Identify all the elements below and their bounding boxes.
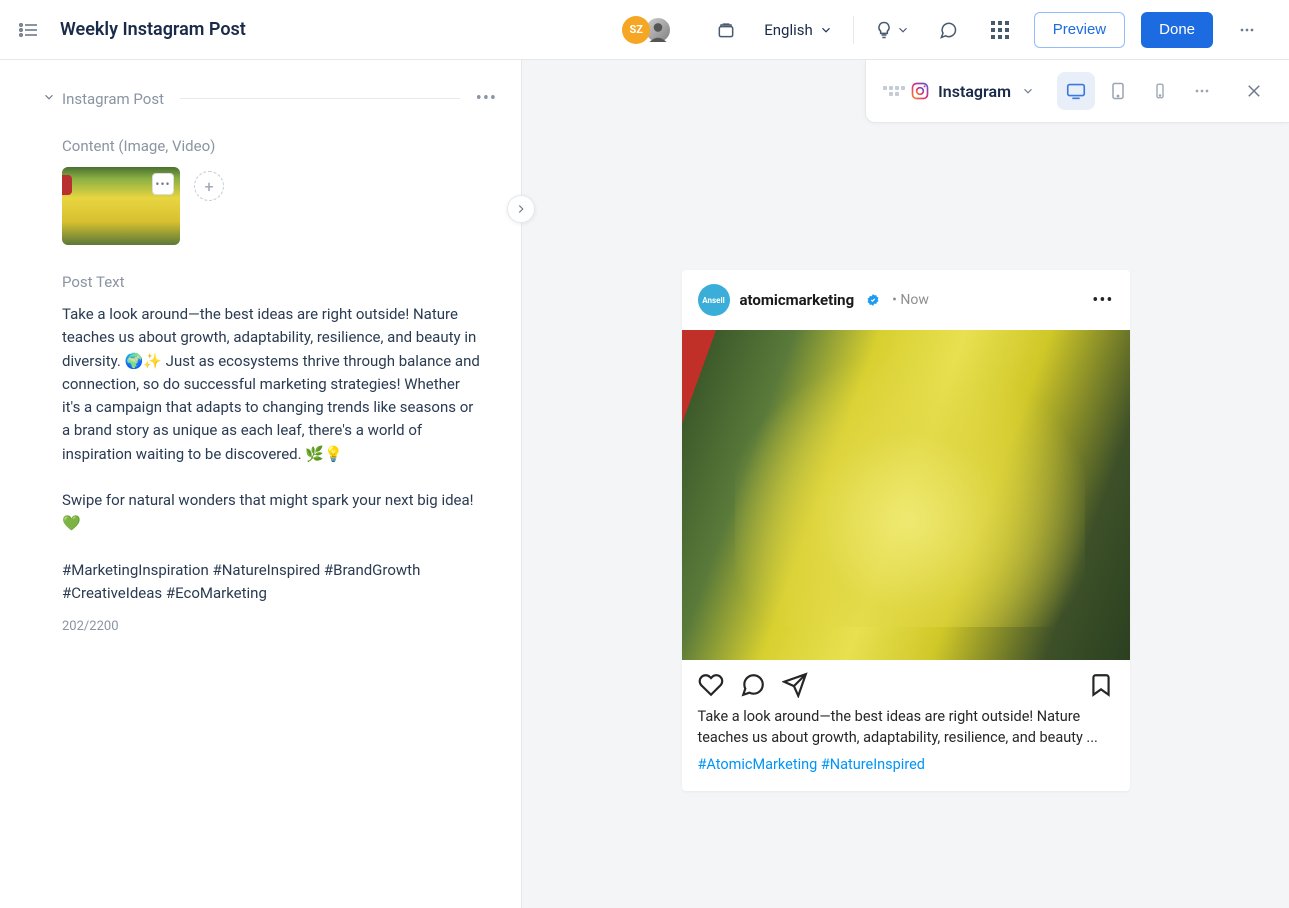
share-icon[interactable] — [782, 672, 808, 698]
done-button[interactable]: Done — [1141, 12, 1213, 48]
tablet-view-button[interactable] — [1099, 72, 1137, 110]
bookmark-icon[interactable] — [1088, 672, 1114, 698]
ig-card-header: Ansell atomicmarketing • Now ••• — [682, 270, 1130, 330]
hints-dropdown[interactable] — [870, 16, 914, 44]
ig-post-more-icon[interactable]: ••• — [1092, 290, 1113, 311]
collapse-section-icon[interactable] — [42, 90, 56, 104]
section-label: Instagram Post — [62, 90, 164, 108]
menu-icon[interactable] — [12, 14, 44, 46]
mobile-view-button[interactable] — [1141, 72, 1179, 110]
preview-toolbar: Instagram — [865, 60, 1289, 123]
drag-handle-icon[interactable] — [882, 86, 906, 96]
divider — [853, 16, 854, 44]
header-bar: Weekly Instagram Post SZ English Preview… — [0, 0, 1289, 60]
language-selector[interactable]: English — [760, 21, 837, 39]
editor-panel: Instagram Post ••• Content (Image, Video… — [0, 60, 522, 908]
content-label: Content (Image, Video) — [62, 137, 481, 155]
platform-label[interactable]: Instagram — [938, 82, 1011, 101]
preview-panel: Instagram Ansell atomic — [522, 60, 1289, 908]
apps-grid-icon[interactable] — [982, 12, 1018, 48]
verified-badge-icon — [866, 293, 880, 307]
hashtag-link[interactable]: #AtomicMarketing — [698, 756, 818, 773]
panel-collapse-handle[interactable] — [507, 195, 535, 223]
section-header: Instagram Post ••• — [0, 88, 521, 109]
ig-avatar[interactable]: Ansell — [698, 284, 730, 316]
ig-caption: Take a look around—the best ideas are ri… — [682, 706, 1130, 756]
ig-action-bar — [682, 660, 1130, 706]
like-icon[interactable] — [698, 672, 724, 698]
page-title: Weekly Instagram Post — [60, 19, 246, 40]
preview-more-icon[interactable] — [1183, 72, 1221, 110]
hashtag-link[interactable]: #NatureInspired — [821, 756, 925, 773]
media-thumbnail[interactable]: ••• — [62, 167, 180, 245]
add-media-button[interactable]: + — [194, 171, 224, 201]
avatar-group[interactable]: SZ — [622, 16, 672, 44]
instagram-logo-icon — [910, 81, 930, 101]
section-divider — [180, 98, 460, 99]
avatar-user-sz[interactable]: SZ — [622, 16, 650, 44]
instagram-preview-card: Ansell atomicmarketing • Now ••• — [682, 270, 1130, 791]
archive-icon[interactable] — [708, 12, 744, 48]
platform-chevron-icon[interactable] — [1021, 84, 1035, 98]
close-preview-icon[interactable] — [1235, 72, 1273, 110]
ig-hashtags: #AtomicMarketing #NatureInspired — [682, 756, 1130, 791]
comment-icon[interactable] — [930, 12, 966, 48]
post-text-area[interactable]: Take a look around—the best ideas are ri… — [62, 303, 481, 605]
preview-button[interactable]: Preview — [1034, 12, 1125, 48]
desktop-view-button[interactable] — [1057, 72, 1095, 110]
comment-action-icon[interactable] — [740, 672, 766, 698]
ig-username[interactable]: atomicmarketing — [740, 291, 855, 309]
header-more-icon[interactable] — [1229, 12, 1265, 48]
section-more-icon[interactable]: ••• — [476, 88, 497, 109]
character-count: 202/2200 — [62, 619, 481, 634]
post-text-label: Post Text — [62, 273, 481, 291]
language-label: English — [764, 21, 813, 39]
ig-post-image[interactable] — [682, 330, 1130, 660]
ig-timestamp: • Now — [892, 292, 929, 308]
thumbnail-more-icon[interactable]: ••• — [152, 173, 174, 195]
